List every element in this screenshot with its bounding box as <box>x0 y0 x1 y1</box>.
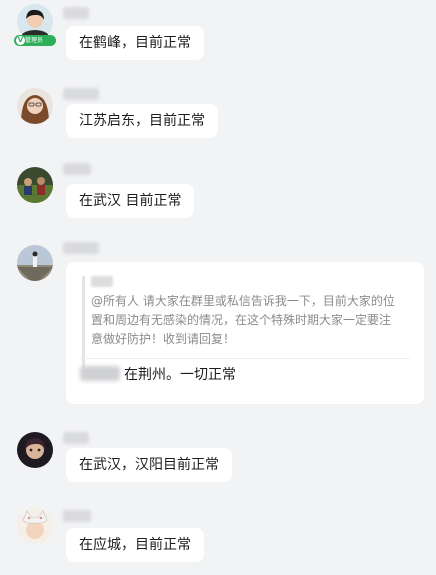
avatar[interactable] <box>17 432 53 468</box>
admin-badge: V 管理员 <box>14 35 56 46</box>
message-row: 在应城，目前正常 <box>0 504 436 574</box>
quoted-text: @所有人 请大家在群里或私信告诉我一下，目前大家的位置和周边有无感染的情况，在这… <box>91 294 395 346</box>
message-row: 江苏启东，目前正常 <box>0 80 436 150</box>
reply-text-line: 在荆州。一切正常 <box>80 365 236 385</box>
message-row: V 管理员 在鹤峰，目前正常 <box>0 0 436 70</box>
divider <box>80 358 410 359</box>
avatar[interactable] <box>17 167 53 203</box>
sender-name <box>63 163 91 175</box>
quoted-message[interactable]: @所有人 请大家在群里或私信告诉我一下，目前大家的位置和周边有无感染的情况，在这… <box>82 276 398 368</box>
avatar[interactable] <box>17 508 53 544</box>
sender-name <box>63 432 89 444</box>
message-bubble[interactable]: 在鹤峰，目前正常 <box>66 26 204 60</box>
badge-label: 管理员 <box>25 37 44 44</box>
message-bubble[interactable]: 在应城，目前正常 <box>66 528 204 562</box>
verified-icon: V <box>16 36 25 45</box>
message-row: 在武汉 目前正常 <box>0 160 436 230</box>
reply-text: 在荆州。一切正常 <box>124 367 236 383</box>
sender-name <box>63 242 99 254</box>
avatar[interactable] <box>17 245 53 281</box>
mention-tag[interactable] <box>80 366 120 381</box>
sender-name <box>63 510 91 522</box>
message-row: 在武汉，汉阳目前正常 <box>0 424 436 494</box>
message-bubble[interactable]: 江苏启东，目前正常 <box>66 104 218 138</box>
avatar[interactable] <box>17 88 53 124</box>
reply-message-card[interactable]: @所有人 请大家在群里或私信告诉我一下，目前大家的位置和周边有无感染的情况，在这… <box>66 262 424 404</box>
sender-name <box>63 88 99 100</box>
message-bubble[interactable]: 在武汉，汉阳目前正常 <box>66 448 232 482</box>
sender-name <box>63 7 89 19</box>
message-bubble[interactable]: 在武汉 目前正常 <box>66 184 195 218</box>
chat-message-list: V 管理员 在鹤峰，目前正常 江苏启东，目前正常 在武汉 目前正常 @所有人 请… <box>0 0 436 575</box>
quoted-sender-name <box>91 276 113 287</box>
